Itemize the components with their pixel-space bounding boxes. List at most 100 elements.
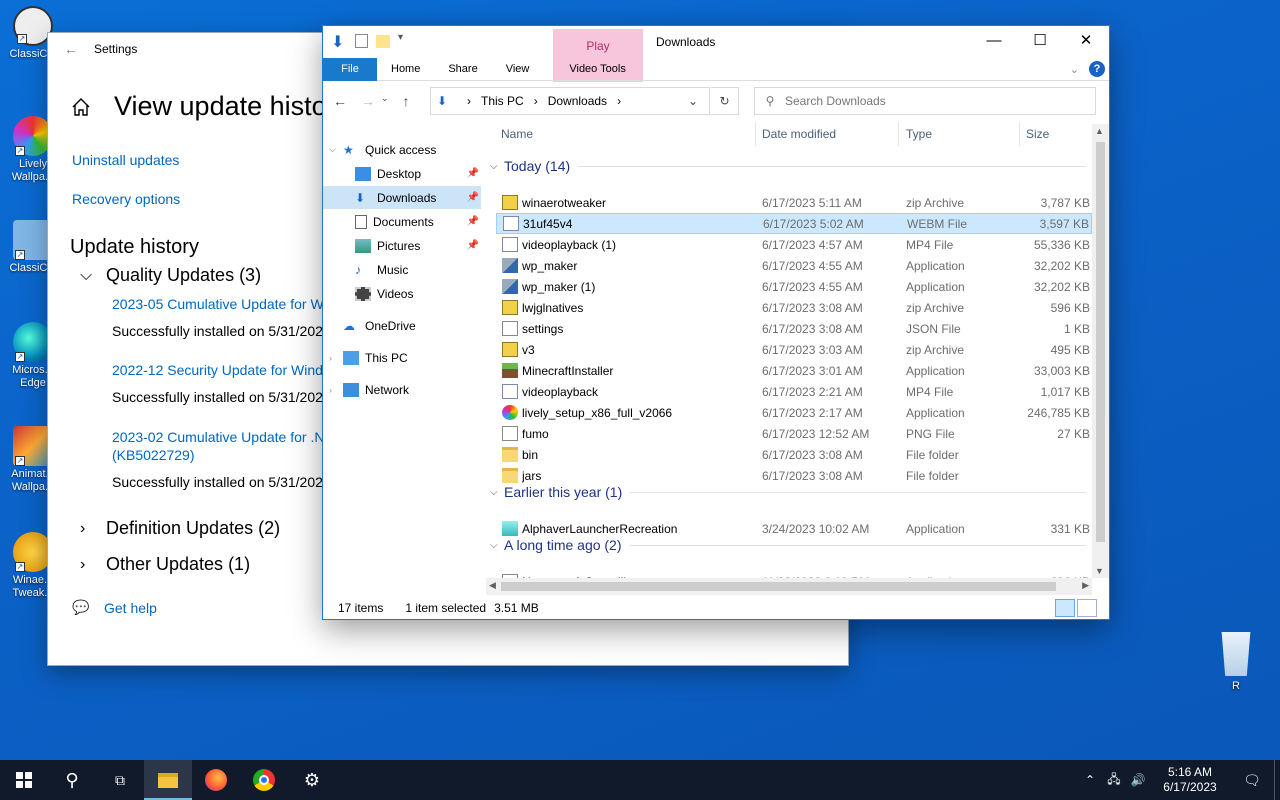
nav-this-pc[interactable]: › This PC: [329, 346, 487, 369]
breadcrumb-this-pc[interactable]: This PC: [481, 94, 524, 108]
help-icon[interactable]: ?: [1089, 61, 1105, 77]
firefox-icon[interactable]: [192, 760, 240, 800]
file-date: 6/17/2023 3:08 AM: [762, 468, 863, 483]
scrollbar-thumb[interactable]: [1096, 142, 1105, 542]
file-row[interactable]: fumo 6/17/2023 12:52 AM PNG File 27 KB: [496, 423, 1092, 444]
expand-ribbon-icon[interactable]: ⌄: [1070, 63, 1079, 76]
scroll-up-icon[interactable]: ▲: [1095, 126, 1104, 136]
scroll-right-icon[interactable]: ▶: [1082, 580, 1089, 591]
scroll-left-icon[interactable]: ◀: [489, 580, 496, 591]
clock[interactable]: 5:16 AM 6/17/2023: [1150, 765, 1230, 795]
breadcrumb-downloads[interactable]: Downloads: [548, 94, 607, 108]
group-today[interactable]: ⌵ Today (14): [490, 158, 1086, 174]
maximize-icon[interactable]: ☐: [1017, 26, 1063, 56]
column-separator[interactable]: [898, 122, 899, 146]
update-link[interactable]: 2022-12 Security Update for Windows: [112, 362, 332, 378]
nav-network[interactable]: › Network: [329, 378, 487, 401]
column-separator[interactable]: [755, 122, 756, 146]
other-updates-group[interactable]: › Other Updates (1): [80, 554, 250, 575]
recycle-bin[interactable]: R: [1208, 632, 1264, 692]
tab-video-tools[interactable]: Video Tools: [555, 58, 639, 81]
forward-icon[interactable]: →: [361, 93, 375, 109]
vertical-scrollbar[interactable]: ▲ ▼: [1092, 124, 1109, 578]
file-size: 27 KB: [1057, 426, 1090, 441]
volume-icon[interactable]: 🔊: [1126, 773, 1150, 787]
nav-videos[interactable]: Videos: [355, 282, 513, 305]
nav-downloads[interactable]: ⬇ Downloads 📌: [323, 186, 481, 209]
file-row[interactable]: winaerotweaker 6/17/2023 5:11 AM zip Archi…: [496, 192, 1092, 213]
scroll-down-icon[interactable]: ▼: [1095, 566, 1104, 576]
file-row[interactable]: videoplayback (1) 6/17/2023 4:57 AM MP4 Fi…: [496, 234, 1092, 255]
column-date[interactable]: Date modified: [762, 127, 836, 141]
file-row[interactable]: v3 6/17/2023 3:03 AM zip Archive 495 KB: [496, 339, 1092, 360]
scrollbar-thumb[interactable]: [501, 582, 1056, 591]
recent-locations-icon[interactable]: ⌄: [381, 93, 389, 109]
nav-quick-access[interactable]: ⌵ ★ Quick access: [329, 138, 487, 161]
uninstall-updates-link[interactable]: Uninstall updates: [72, 152, 179, 168]
notification-icon[interactable]: 🗨: [1230, 772, 1274, 789]
column-name[interactable]: Name: [501, 127, 533, 141]
get-help-link[interactable]: 💬 Get help: [72, 599, 157, 616]
horizontal-scrollbar[interactable]: ◀ ▶: [486, 578, 1092, 595]
nav-onedrive[interactable]: ☁ OneDrive: [343, 314, 501, 337]
download-arrow-icon[interactable]: ⬇: [331, 32, 347, 51]
nav-desktop[interactable]: Desktop 📌: [355, 162, 481, 185]
home-icon[interactable]: [70, 96, 92, 118]
address-bar[interactable]: ⬇ › This PC › Downloads › ⌄: [430, 87, 710, 115]
update-link-kb[interactable]: (KB5022729): [112, 447, 332, 463]
file-row[interactable]: 31uf45v4 6/17/2023 5:02 AM WEBM File 3,597 …: [496, 213, 1092, 234]
column-type[interactable]: Type: [906, 127, 932, 141]
group-earlier-this-year[interactable]: ⌵ Earlier this year (1): [490, 484, 1086, 500]
minimize-icon[interactable]: —: [971, 26, 1017, 56]
settings-gear-icon[interactable]: ⚙: [288, 760, 336, 800]
nav-music[interactable]: ♪ Music: [355, 258, 513, 281]
file-row[interactable]: bin 6/17/2023 3:08 AM File folder: [496, 444, 1092, 465]
search-icon[interactable]: ⚲: [48, 760, 96, 800]
tab-file[interactable]: File: [323, 57, 377, 81]
chrome-icon[interactable]: [240, 760, 288, 800]
large-icons-view-icon[interactable]: [1077, 599, 1097, 617]
definition-updates-group[interactable]: › Definition Updates (2): [80, 518, 280, 539]
file-row[interactable]: lwjglnatives 6/17/2023 3:08 AM zip Archive…: [496, 297, 1092, 318]
chevron-up-icon[interactable]: ⌃: [1078, 773, 1102, 787]
network-icon[interactable]: 🖧: [1102, 770, 1126, 791]
search-box[interactable]: ⚲ Search Downloads: [754, 87, 1096, 115]
customize-qat-icon[interactable]: ▾: [398, 32, 414, 50]
group-long-time-ago[interactable]: ⌵ A long time ago (2): [490, 537, 1086, 553]
recovery-options-link[interactable]: Recovery options: [72, 191, 180, 207]
file-explorer-taskbar-icon[interactable]: [144, 760, 192, 800]
refresh-icon[interactable]: ↻: [711, 87, 739, 115]
close-icon[interactable]: ✕: [1063, 26, 1109, 56]
nav-pictures[interactable]: Pictures 📌: [355, 234, 481, 257]
file-row[interactable]: jars 6/17/2023 3:08 AM File folder: [496, 465, 1092, 486]
nav-documents[interactable]: Documents 📌: [355, 210, 481, 233]
properties-icon[interactable]: [355, 34, 368, 48]
file-row[interactable]: wp_maker (1) 6/17/2023 4:55 AM Application…: [496, 276, 1092, 297]
update-link[interactable]: 2023-05 Cumulative Update for Windows: [112, 296, 332, 312]
file-type: File folder: [906, 447, 959, 462]
update-link[interactable]: 2023-02 Cumulative Update for .NET: [112, 429, 332, 445]
explorer-window-title: Downloads: [656, 35, 716, 49]
quality-updates-group[interactable]: ⌵ Quality Updates (3): [80, 265, 261, 286]
task-view-icon[interactable]: ⧉: [96, 760, 144, 800]
file-row[interactable]: settings 6/17/2023 3:08 AM JSON File 1 KB: [496, 318, 1092, 339]
file-row[interactable]: wp_maker 6/17/2023 4:55 AM Application 32,2…: [496, 255, 1092, 276]
column-separator[interactable]: [1019, 122, 1020, 146]
details-view-icon[interactable]: [1055, 599, 1075, 617]
search-input[interactable]: Search Downloads: [785, 94, 886, 108]
file-row[interactable]: videoplayback 6/17/2023 2:21 AM MP4 File 1,…: [496, 381, 1092, 402]
up-icon[interactable]: ↑: [403, 93, 410, 109]
new-folder-icon[interactable]: [376, 34, 390, 48]
tab-share[interactable]: Share: [434, 58, 491, 81]
address-dropdown-icon[interactable]: ⌄: [688, 94, 698, 108]
file-row[interactable]: AlphaverLauncherRecreation 3/24/2023 10:0…: [496, 518, 1092, 539]
show-desktop-button[interactable]: [1274, 760, 1280, 800]
column-size[interactable]: Size: [1026, 127, 1049, 141]
tab-view[interactable]: View: [492, 58, 544, 81]
back-arrow-icon[interactable]: ←: [48, 41, 94, 57]
file-row[interactable]: lively_setup_x86_full_v2066 6/17/2023 2:1…: [496, 402, 1092, 423]
file-row[interactable]: MinecraftInstaller 6/17/2023 3:01 AM Appli…: [496, 360, 1092, 381]
start-windows-icon[interactable]: [0, 760, 48, 800]
tab-home[interactable]: Home: [377, 58, 434, 81]
back-icon[interactable]: ←: [333, 93, 347, 109]
